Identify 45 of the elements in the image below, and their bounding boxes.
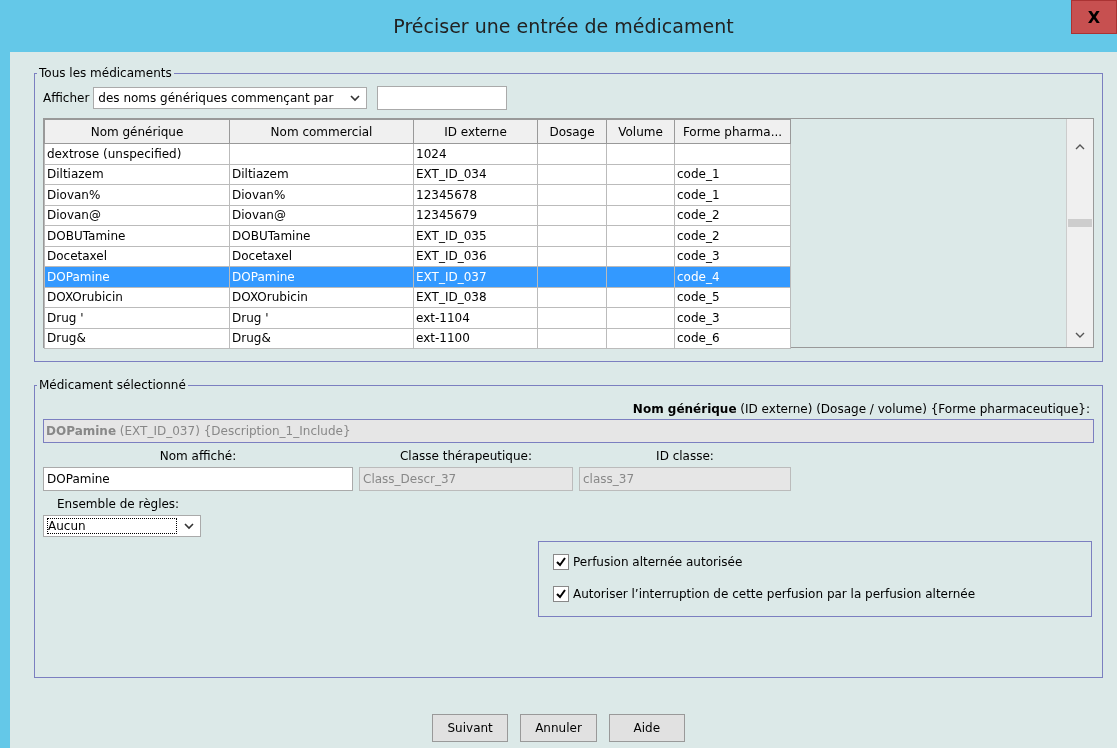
dialog-button[interactable]: Suivant bbox=[432, 714, 509, 742]
table-cell[interactable]: DOXOrubicin bbox=[44, 287, 230, 308]
checkmark-icon bbox=[555, 588, 567, 600]
field-label: Ensemble de règles: bbox=[57, 497, 181, 511]
checkbox-label: Perfusion alternée autorisée bbox=[573, 555, 743, 569]
column-header[interactable]: Nom générique bbox=[44, 119, 230, 144]
scrollbar[interactable] bbox=[1066, 119, 1093, 347]
column-header[interactable]: ID externe bbox=[413, 119, 538, 144]
input-field[interactable]: DOPamine bbox=[43, 467, 353, 491]
window-title: Préciser une entrée de médicament bbox=[392, 15, 735, 37]
filter-dropdown[interactable]: des noms génériques commençant par bbox=[93, 87, 368, 109]
dialog-button[interactable]: Annuler bbox=[520, 714, 597, 742]
table-cell[interactable]: Drug& bbox=[44, 328, 230, 349]
rule-set-dropdown[interactable]: Aucun bbox=[43, 515, 201, 537]
field-label: ID classe: bbox=[655, 449, 715, 463]
close-button[interactable]: X bbox=[1071, 0, 1117, 34]
chevron-up-icon bbox=[1075, 143, 1085, 150]
table-cell[interactable]: Diovan% bbox=[44, 184, 230, 205]
field-label: Classe thérapeutique: bbox=[398, 449, 533, 463]
summary-field: DOPamine (EXT_ID_037) {Description_1_Include} bbox=[43, 419, 1094, 443]
checkbox[interactable] bbox=[553, 554, 569, 570]
field-label: Nom affiché: bbox=[158, 449, 238, 463]
checkmark-icon bbox=[555, 556, 567, 568]
column-header[interactable]: Volume bbox=[606, 119, 675, 144]
chevron-down-icon bbox=[350, 94, 361, 102]
table-cell[interactable]: Drug ' bbox=[44, 307, 230, 328]
table-cell[interactable]: Diovan@ bbox=[44, 205, 230, 226]
summary-label: Nom générique (ID externe) (Dosage / volume) {Forme pharmaceutique}: bbox=[631, 402, 1091, 416]
column-header[interactable]: Dosage bbox=[537, 119, 607, 144]
chevron-down-icon bbox=[184, 522, 194, 530]
checkbox-label: Autoriser l’interruption de cette perfusion par la perfusion alternée bbox=[573, 587, 976, 601]
column-header[interactable]: Nom commercial bbox=[229, 119, 414, 144]
panel-legend: Médicament sélectionné bbox=[37, 378, 188, 392]
filter-label: Afficher bbox=[43, 91, 90, 105]
search-field[interactable] bbox=[377, 86, 508, 110]
checkbox[interactable] bbox=[553, 586, 569, 602]
table-cell[interactable]: Diltiazem bbox=[44, 164, 230, 185]
panel-legend: Tous les médicaments bbox=[37, 66, 174, 80]
scrollbar-thumb[interactable] bbox=[1068, 219, 1092, 227]
table-cell[interactable]: DOBUTamine bbox=[44, 225, 230, 246]
table-cell[interactable]: dextrose (unspecified) bbox=[44, 143, 230, 164]
table-cell[interactable]: Docetaxel bbox=[44, 246, 230, 267]
chevron-down-icon bbox=[1075, 332, 1085, 339]
dialog-button[interactable]: Aide bbox=[608, 714, 685, 742]
column-header[interactable]: Forme pharma... bbox=[674, 119, 791, 144]
